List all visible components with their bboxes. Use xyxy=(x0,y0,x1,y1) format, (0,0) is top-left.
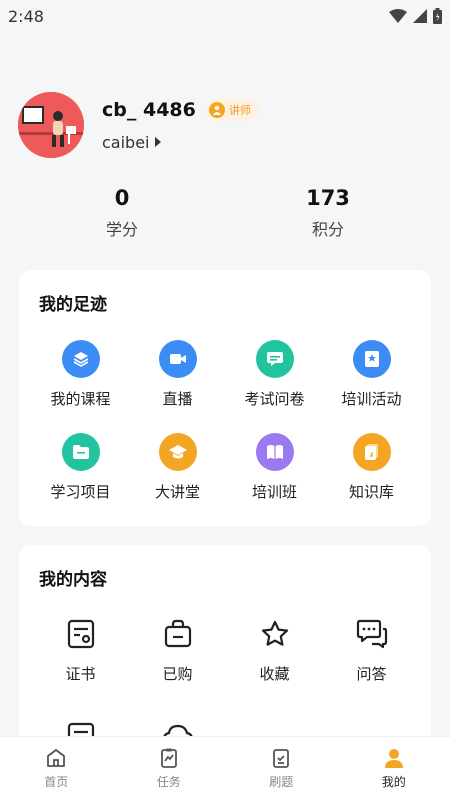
grid-item-label: 大讲堂 xyxy=(154,483,200,501)
grid-item-training-class[interactable]: 培训班 xyxy=(223,433,326,502)
stat-value: 173 xyxy=(306,186,350,210)
grid-item-label: 已购 xyxy=(162,665,193,683)
stat-label: 学分 xyxy=(105,220,138,239)
tab-label: 刷题 xyxy=(269,775,294,789)
stat-points[interactable]: 173 积分 xyxy=(268,186,388,240)
grid-item-label: 学习项目 xyxy=(50,483,111,501)
grid-item-label: 我的课程 xyxy=(50,390,111,408)
grid-item-exam-survey[interactable]: 考试问卷 xyxy=(223,340,326,409)
bookmark-icon xyxy=(352,340,391,378)
certificate-icon xyxy=(62,615,100,653)
status-bar: 2:48 xyxy=(0,0,450,32)
card-title: 我的内容 xyxy=(39,570,107,590)
clipboard-chart-icon xyxy=(160,748,177,768)
book-icon xyxy=(255,433,294,471)
shopping-bag-icon xyxy=(159,615,197,653)
video-icon xyxy=(158,340,197,378)
status-icons xyxy=(389,8,442,24)
tab-label: 首页 xyxy=(44,775,69,789)
layers-icon xyxy=(61,340,100,378)
message-icon xyxy=(255,340,294,378)
grid-item-label: 问答 xyxy=(356,665,387,683)
tab-label: 我的 xyxy=(381,775,406,789)
grid-item-lecture-hall[interactable]: 大讲堂 xyxy=(126,433,229,502)
document-icon xyxy=(352,433,391,471)
avatar[interactable] xyxy=(18,92,84,158)
stat-credits[interactable]: 0 学分 xyxy=(62,186,182,240)
grid-item-training-activity[interactable]: 培训活动 xyxy=(320,340,423,409)
home-icon xyxy=(47,749,66,767)
stat-label: 积分 xyxy=(311,220,344,239)
grid-item-label: 培训班 xyxy=(251,483,297,501)
grid-item-qa[interactable]: 问答 xyxy=(320,615,423,684)
tab-mine[interactable]: 我的 xyxy=(338,737,450,800)
folder-icon xyxy=(61,433,100,471)
grid-item-label: 直播 xyxy=(162,390,193,408)
checklist-icon xyxy=(273,749,290,768)
grid-item-label: 考试问卷 xyxy=(244,390,305,408)
tab-practice[interactable]: 刷题 xyxy=(225,737,338,800)
account-name: caibei xyxy=(102,132,150,152)
person-icon xyxy=(384,749,403,768)
stats-row: 0 学分 173 积分 xyxy=(0,186,450,246)
account-switcher[interactable]: caibei xyxy=(102,133,259,152)
star-icon xyxy=(256,615,294,653)
grid-item-certificate[interactable]: 证书 xyxy=(29,615,132,684)
footprint-card: 我的足迹 我的课程 直播 考试问卷 培训活动 学习项目 大讲堂 培训班 知识库 xyxy=(19,270,431,526)
profile-header[interactable]: cb_ 4486 讲师 caibei xyxy=(18,92,259,158)
wifi-icon xyxy=(389,9,407,23)
role-badge: 讲师 xyxy=(205,98,259,121)
grid-item-label: 收藏 xyxy=(259,665,290,683)
grid-item-label: 知识库 xyxy=(348,483,394,501)
tab-home[interactable]: 首页 xyxy=(0,737,113,800)
caret-right-icon xyxy=(154,137,161,147)
tab-tasks[interactable]: 任务 xyxy=(113,737,226,800)
chat-icon xyxy=(353,615,391,653)
graduation-cap-icon xyxy=(158,433,197,471)
bottom-tab-bar: 首页 任务 刷题 我的 xyxy=(0,736,450,800)
lecturer-icon xyxy=(208,101,225,118)
grid-item-knowledge-base[interactable]: 知识库 xyxy=(320,433,423,502)
grid-item-live[interactable]: 直播 xyxy=(126,340,229,409)
grid-item-purchased[interactable]: 已购 xyxy=(126,615,229,684)
grid-item-favorites[interactable]: 收藏 xyxy=(223,615,326,684)
username: cb_ 4486 xyxy=(102,98,196,121)
grid-item-label: 证书 xyxy=(65,665,96,683)
grid-item-my-courses[interactable]: 我的课程 xyxy=(29,340,132,409)
battery-icon xyxy=(433,8,442,24)
tab-label: 任务 xyxy=(156,775,181,789)
signal-icon xyxy=(413,9,427,23)
stat-value: 0 xyxy=(114,186,130,210)
role-badge-label: 讲师 xyxy=(228,103,251,117)
status-time: 2:48 xyxy=(8,6,44,26)
grid-item-learning-project[interactable]: 学习项目 xyxy=(29,433,132,502)
card-title: 我的足迹 xyxy=(39,295,107,315)
grid-item-label: 培训活动 xyxy=(341,390,402,408)
